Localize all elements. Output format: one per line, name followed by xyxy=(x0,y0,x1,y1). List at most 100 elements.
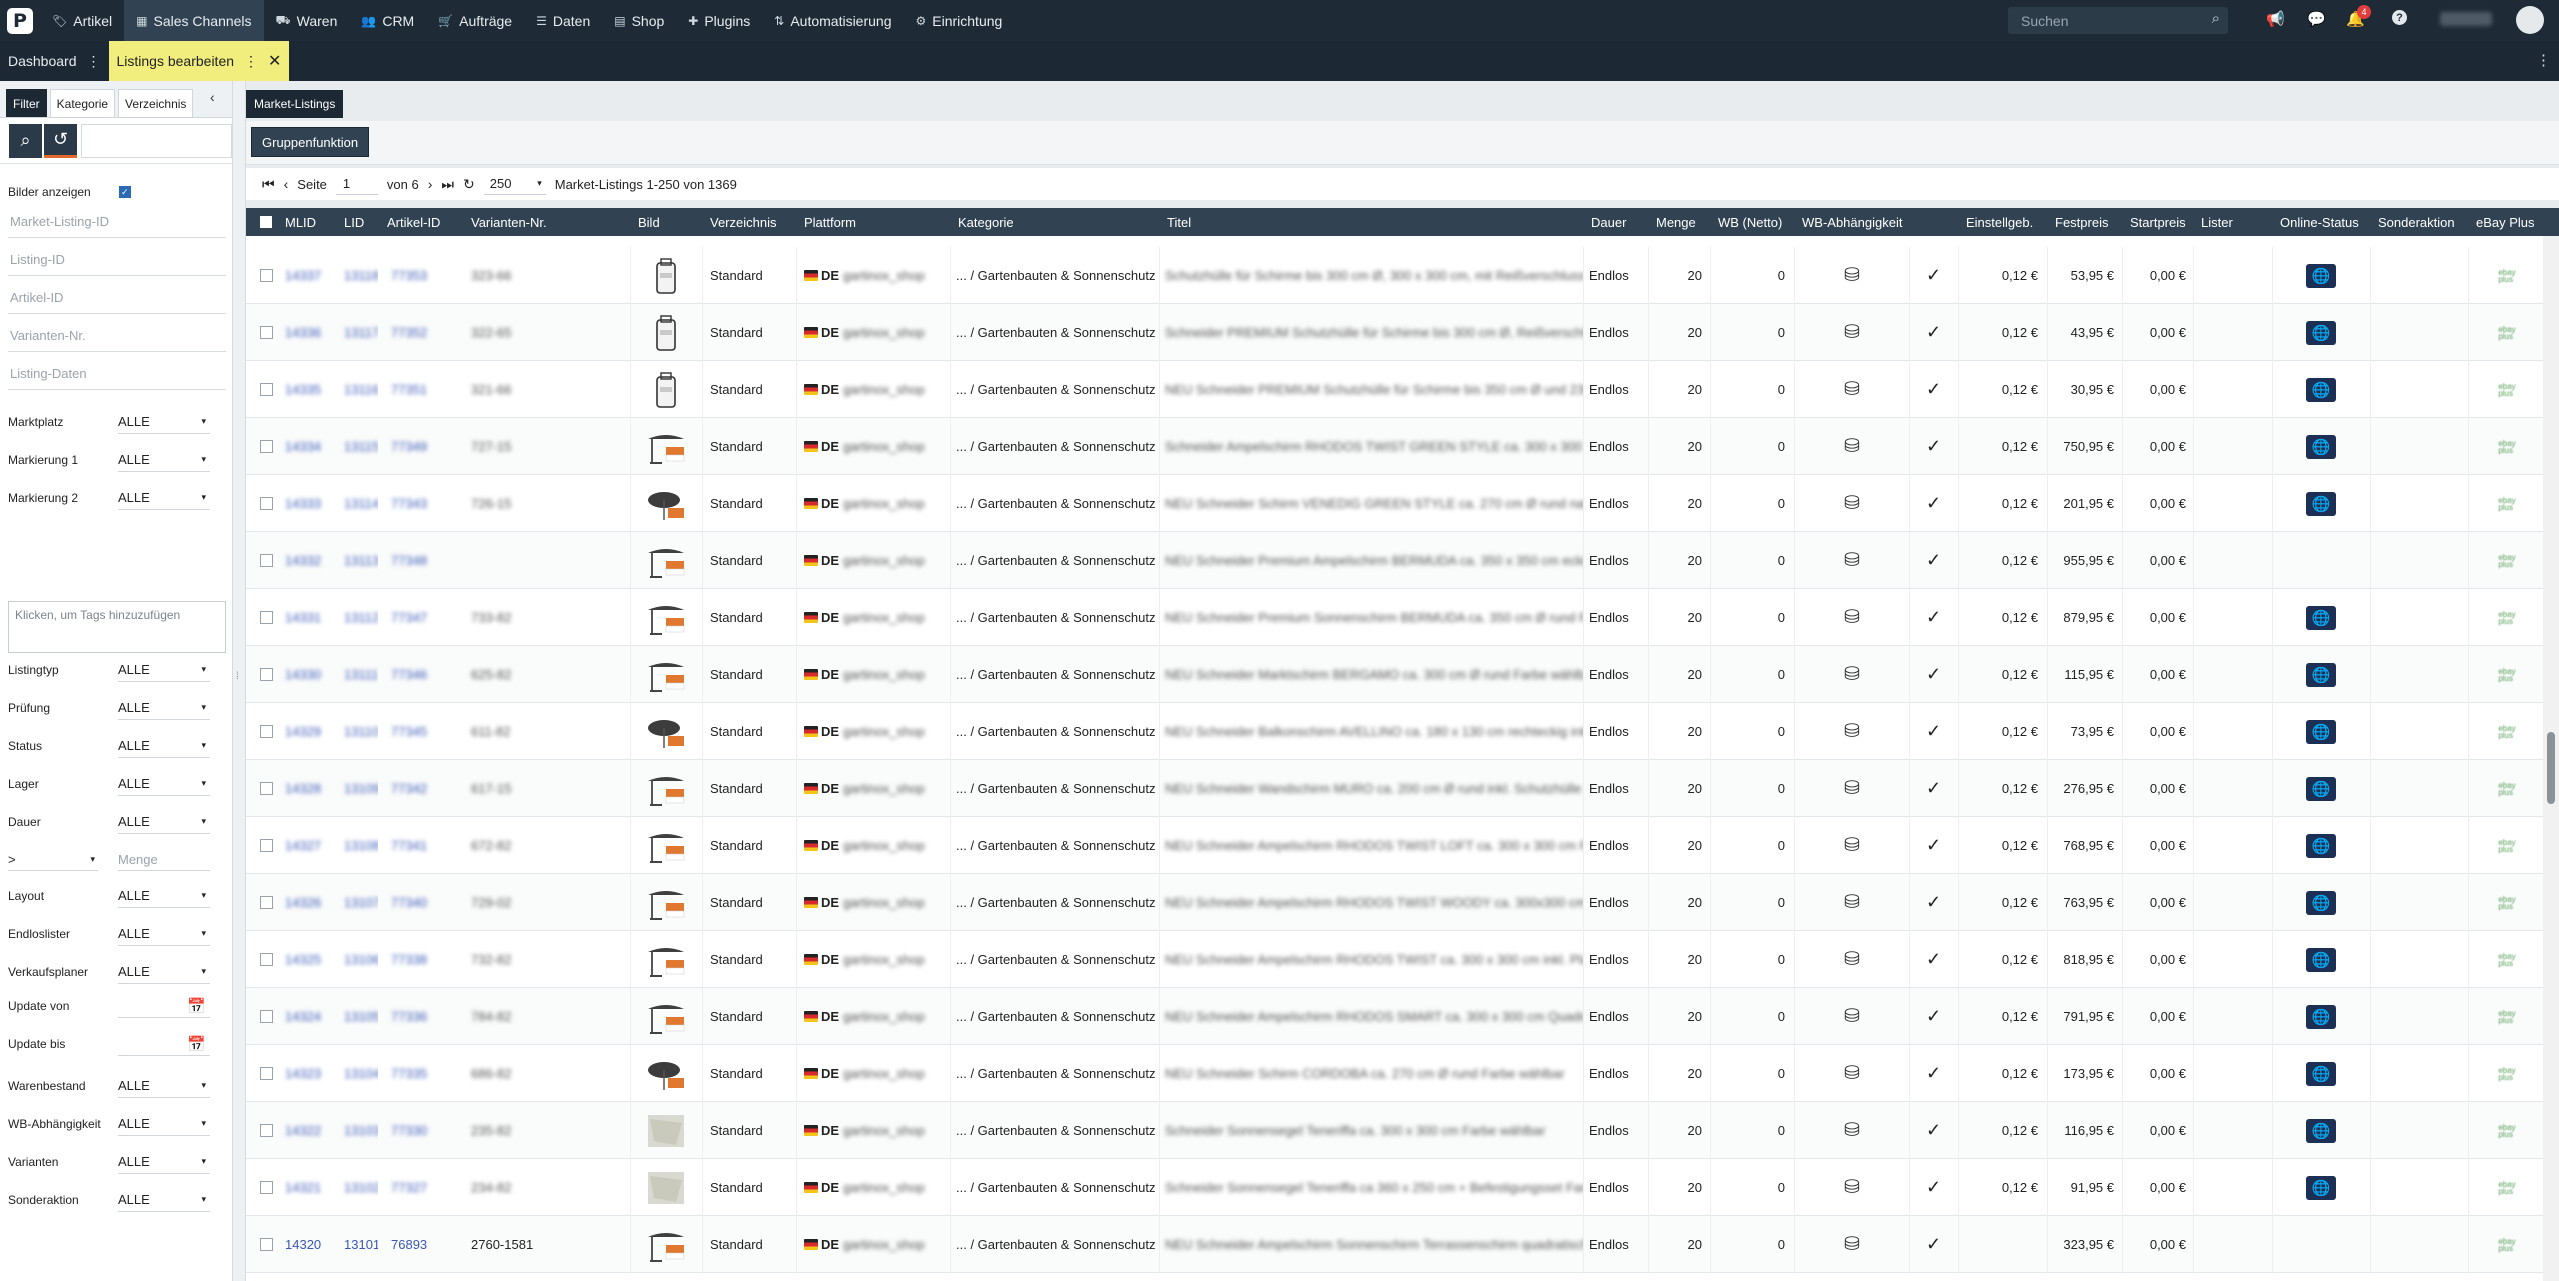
artikel-id-cell[interactable]: 77327 xyxy=(379,1159,464,1216)
table-row[interactable]: 14337 13118 77353 323-66 Standard DE gartinox_… xyxy=(246,247,2543,304)
globe-icon[interactable]: 🌐 xyxy=(2306,1004,2336,1029)
artikel-id-cell[interactable]: 77341 xyxy=(379,817,464,874)
globe-icon[interactable]: 🌐 xyxy=(2306,776,2336,801)
lid-cell[interactable]: 13107 xyxy=(336,874,378,931)
mlid-link[interactable]: 14321 xyxy=(285,1180,321,1195)
lid-link[interactable]: 13118 xyxy=(344,268,378,283)
globe-icon[interactable]: 🌐 xyxy=(2306,947,2336,972)
row-checkbox[interactable] xyxy=(260,269,273,282)
product-image[interactable] xyxy=(646,712,686,752)
calendar-icon[interactable]: 📅 xyxy=(187,1035,206,1053)
last-page-icon[interactable]: ⏭ xyxy=(441,176,454,193)
nav-item-waren[interactable]: ⛟ Waren xyxy=(264,0,350,41)
globe-icon[interactable]: 🌐 xyxy=(2306,1175,2336,1200)
per-page-select[interactable]: 250 ▾ xyxy=(483,173,546,195)
artikel-id-cell[interactable]: 77336 xyxy=(379,988,464,1045)
mlid-link[interactable]: 14329 xyxy=(285,724,321,739)
help-icon[interactable]: ? xyxy=(2392,10,2407,25)
mlid-cell[interactable]: 14331 xyxy=(277,589,336,646)
markierung-2-select[interactable]: ALLE ▾ xyxy=(118,486,210,510)
artikel-id-link[interactable]: 77330 xyxy=(391,1123,427,1138)
user-name[interactable] xyxy=(2440,12,2492,26)
column-header-einstellgeb[interactable]: Einstellgeb. xyxy=(1966,208,2060,236)
update-bis-date-input[interactable]: 📅 xyxy=(118,1032,210,1056)
boxes-icon[interactable]: ⛁ xyxy=(1844,720,1860,743)
chat-icon[interactable]: 💬 xyxy=(2307,10,2326,28)
column-header-wb-netto[interactable]: WB (Netto) xyxy=(1718,208,1807,236)
column-header-wb-abhaengigkeit[interactable]: WB-Abhängigkeit xyxy=(1802,208,1924,236)
globe-icon[interactable]: 🌐 xyxy=(2306,491,2336,516)
artikel-id-link[interactable]: 77345 xyxy=(391,724,427,739)
lid-link[interactable]: 13105 xyxy=(344,1009,378,1024)
mlid-cell[interactable]: 14337 xyxy=(277,247,336,304)
varianten-select[interactable]: ALLE ▾ xyxy=(118,1150,210,1174)
row-checkbox[interactable] xyxy=(260,383,273,396)
artikel-id-link[interactable]: 77349 xyxy=(391,439,427,454)
boxes-icon[interactable]: ⛁ xyxy=(1844,1119,1860,1142)
mlid-cell[interactable]: 14322 xyxy=(277,1102,336,1159)
table-row[interactable]: 14320 13101 76893 2760-1581 Standard DE gartin… xyxy=(246,1216,2543,1273)
column-header-kategorie[interactable]: Kategorie xyxy=(958,208,1173,236)
artikel-id-cell[interactable]: 77340 xyxy=(379,874,464,931)
lid-cell[interactable]: 13105 xyxy=(336,988,378,1045)
mlid-cell[interactable]: 14335 xyxy=(277,361,336,418)
row-checkbox[interactable] xyxy=(260,1010,273,1023)
boxes-icon[interactable]: ⛁ xyxy=(1844,1005,1860,1028)
product-image[interactable] xyxy=(646,1054,686,1094)
lid-link[interactable]: 13109 xyxy=(344,781,378,796)
lid-link[interactable]: 13107 xyxy=(344,895,378,910)
lid-cell[interactable]: 13110 xyxy=(336,703,378,760)
product-image[interactable] xyxy=(646,826,686,866)
product-image[interactable] xyxy=(646,769,686,809)
lid-link[interactable]: 13116 xyxy=(344,382,378,397)
mlid-cell[interactable]: 14328 xyxy=(277,760,336,817)
column-header-startpreis[interactable]: Startpreis xyxy=(2130,208,2208,236)
next-page-icon[interactable]: › xyxy=(428,176,433,192)
mlid-link[interactable]: 14328 xyxy=(285,781,321,796)
table-row[interactable]: 14327 13108 77341 672-82 Standard DE gartinox_… xyxy=(246,817,2543,874)
mlid-cell[interactable]: 14329 xyxy=(277,703,336,760)
artikel-id-link[interactable]: 77353 xyxy=(391,268,427,283)
globe-icon[interactable]: 🌐 xyxy=(2306,719,2336,744)
nav-item-crm[interactable]: 👥 CRM xyxy=(349,0,426,41)
column-header-varianten-nr[interactable]: Varianten-Nr. xyxy=(471,208,643,236)
comparator-select[interactable]: > ▾ xyxy=(8,849,98,871)
globe-icon[interactable]: 🌐 xyxy=(2306,1118,2336,1143)
listing-daten-field[interactable]: Listing-Daten xyxy=(8,358,226,390)
product-image[interactable] xyxy=(646,1168,686,1208)
product-image[interactable] xyxy=(646,1225,686,1265)
globe-icon[interactable]: 🌐 xyxy=(2306,434,2336,459)
row-checkbox[interactable] xyxy=(260,1067,273,1080)
artikel-id-link[interactable]: 77335 xyxy=(391,1066,427,1081)
row-checkbox[interactable] xyxy=(260,896,273,909)
artikel-id-cell[interactable]: 77342 xyxy=(379,760,464,817)
artikel-id-cell[interactable]: 77330 xyxy=(379,1102,464,1159)
panel-splitter[interactable]: ⁞ xyxy=(233,81,246,1281)
avatar[interactable] xyxy=(2516,6,2544,34)
nav-item-einrichtung[interactable]: ⚙ Einrichtung xyxy=(904,0,1015,41)
column-header-festpreis[interactable]: Festpreis xyxy=(2055,208,2136,236)
warenbestand-select[interactable]: ALLE ▾ xyxy=(118,1074,210,1098)
megaphone-icon[interactable]: 📢 xyxy=(2266,10,2285,28)
lid-link[interactable]: 13111 xyxy=(344,667,378,682)
artikel-id-cell[interactable]: 76893 xyxy=(379,1216,464,1273)
mlid-link[interactable]: 14337 xyxy=(285,268,321,283)
row-checkbox[interactable] xyxy=(260,554,273,567)
lid-link[interactable]: 13115 xyxy=(344,439,378,454)
lid-link[interactable]: 13110 xyxy=(344,724,378,739)
wb-abhaengigkeit-select[interactable]: ALLE ▾ xyxy=(118,1112,210,1136)
column-header-mlid[interactable]: MLID xyxy=(285,208,350,236)
table-row[interactable]: 14323 13104 77335 686-82 Standard DE gartinox_… xyxy=(246,1045,2543,1102)
tab-verzeichnis[interactable]: Verzeichnis xyxy=(118,89,194,117)
artikel-id-cell[interactable]: 77351 xyxy=(379,361,464,418)
mlid-link[interactable]: 14327 xyxy=(285,838,321,853)
lid-cell[interactable]: 13106 xyxy=(336,931,378,988)
table-row[interactable]: 14324 13105 77336 784-82 Standard DE gartinox_… xyxy=(246,988,2543,1045)
mlid-cell[interactable]: 14325 xyxy=(277,931,336,988)
search-icon[interactable]: ⌕ xyxy=(2212,10,2220,27)
globe-icon[interactable]: 🌐 xyxy=(2306,377,2336,402)
row-checkbox[interactable] xyxy=(260,1181,273,1194)
lid-link[interactable]: 13108 xyxy=(344,838,378,853)
table-row[interactable]: 14332 13113 77348 Standard DE gartinox_shop..… xyxy=(246,532,2543,589)
lid-link[interactable]: 13112 xyxy=(344,610,378,625)
